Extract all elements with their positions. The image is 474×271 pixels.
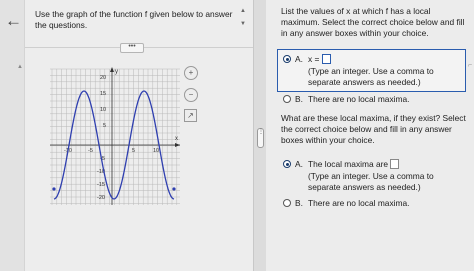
zoom-in-icon[interactable]: +: [184, 66, 198, 80]
answer-box-q1[interactable]: [322, 54, 331, 64]
option-letter: A.: [295, 54, 303, 64]
option-letter: A.: [295, 159, 303, 169]
curve-endpoint: [52, 187, 56, 191]
expand-button[interactable]: •••: [120, 43, 144, 53]
x-axis-arrow: [175, 143, 180, 147]
x-tick-label: -5: [88, 148, 93, 154]
y-tick-label: 5: [103, 123, 106, 129]
answer-box-q2[interactable]: [390, 159, 399, 169]
radio-q1-b[interactable]: [283, 95, 291, 103]
option-letter: B.: [295, 198, 303, 208]
x-equals-label: x =: [308, 54, 320, 64]
scroll-up-icon[interactable]: ▲: [240, 8, 246, 14]
option-letter: B.: [295, 94, 303, 104]
y-tick-label: 15: [100, 91, 106, 97]
left-nav-bar: [0, 0, 25, 271]
x-tick-label: 5: [132, 148, 135, 154]
scroll-down-icon[interactable]: ▼: [240, 21, 246, 27]
y-tick-label: 20: [100, 75, 106, 81]
radio-q2-b[interactable]: [283, 199, 291, 207]
y-tick-label: -20: [97, 195, 105, 201]
y-axis-arrow: [110, 67, 114, 72]
y-tick-label: -15: [97, 182, 105, 188]
option-a-text: The local maxima are: [308, 159, 389, 169]
option-b-text: There are no local maxima.: [308, 198, 410, 208]
curve-endpoint: [172, 187, 176, 191]
zoom-out-icon[interactable]: −: [184, 88, 198, 102]
function-graph: y x -10 -5 5 10 20 15 10 5 -5 -10 -15 -2…: [50, 67, 180, 205]
x-axis-label: x: [175, 136, 178, 142]
splitter-handle-icon[interactable]: ⋮: [257, 128, 264, 148]
radio-q2-a[interactable]: [283, 160, 291, 168]
scroll-up-small-icon[interactable]: ▲: [17, 64, 23, 70]
popout-icon[interactable]: ↗: [184, 109, 197, 122]
y-axis-label: y: [115, 69, 118, 75]
option-b-text: There are no local maxima.: [308, 94, 410, 104]
answer-hint: (Type an integer. Use a comma to separat…: [308, 66, 434, 87]
question-text: Use the graph of the function f given be…: [35, 9, 233, 30]
y-tick-label: 10: [100, 107, 106, 113]
back-arrow-icon[interactable]: ←: [5, 12, 22, 29]
question-1-text: List the values of x at which f has a lo…: [281, 6, 465, 38]
radio-q1-a[interactable]: [283, 55, 291, 63]
question-2-text: What are these local maxima, if they exi…: [281, 113, 466, 145]
bracket-icon: ⌐: [468, 62, 473, 69]
x-tick-label: 10: [153, 148, 159, 154]
answer-hint: (Type an integer. Use a comma to separat…: [308, 171, 434, 192]
